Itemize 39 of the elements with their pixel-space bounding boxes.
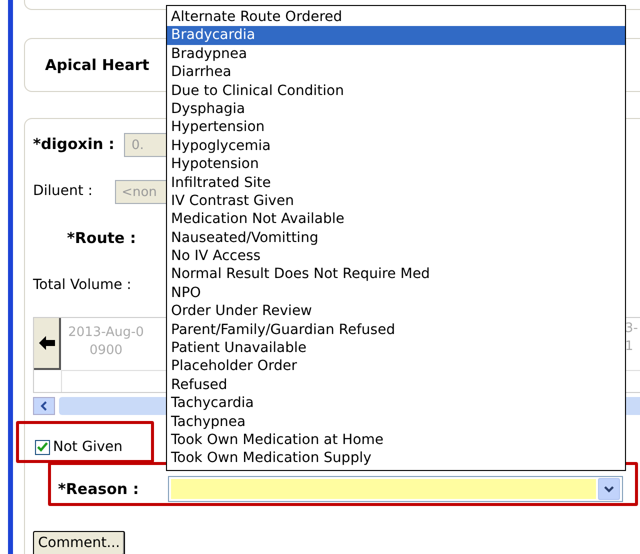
dropdown-option[interactable]: Parent/Family/Guardian Refused — [167, 320, 625, 340]
dropdown-option[interactable]: Diarrhea — [167, 63, 625, 82]
chevron-left-icon — [40, 401, 48, 411]
field-label: *digoxin : — [33, 134, 114, 156]
dropdown-option[interactable]: Due to Clinical Condition — [167, 82, 625, 100]
previous-button[interactable] — [34, 318, 61, 370]
dropdown-option[interactable]: Bradycardia — [167, 26, 625, 45]
card-title: Apical Heart — [45, 54, 150, 76]
left-arrow-icon — [38, 336, 54, 350]
dropdown-option[interactable]: Medication Not Available — [167, 210, 625, 229]
dropdown-option[interactable]: Took Own Medication Supply — [167, 449, 625, 468]
dropdown-option[interactable]: Bradypnea — [167, 44, 625, 64]
field-label: *Reason : — [58, 478, 140, 500]
dropdown-option[interactable]: Order Under Review — [167, 302, 625, 321]
chevron-down-icon — [604, 486, 614, 492]
field-label: *Route : — [67, 228, 136, 250]
dropdown-option[interactable]: Placeholder Order — [167, 357, 625, 376]
dropdown-option[interactable]: Refused — [167, 376, 625, 394]
dropdown-option[interactable]: Dysphagia — [167, 100, 625, 118]
dropdown-option[interactable]: NPO — [167, 284, 625, 302]
dropdown-option[interactable]: Tachycardia — [167, 394, 625, 413]
time-column-header: 2013-Aug-0 0900 — [67, 324, 145, 360]
scroll-left-button[interactable] — [33, 397, 55, 415]
dropdown-option[interactable]: Took Own Medication at Home — [167, 430, 625, 450]
checkbox[interactable] — [35, 440, 50, 454]
dropdown-option[interactable]: Alternate Route Ordered — [167, 8, 625, 26]
field-label: Total Volume : — [33, 276, 132, 295]
checkbox-label: Not Given — [53, 438, 122, 456]
reason-combo-field[interactable] — [168, 476, 623, 502]
time-column-header: 3- 1 — [625, 320, 638, 356]
dropdown-option[interactable]: Nauseated/Vomitting — [167, 228, 625, 248]
dropdown-option[interactable]: Tachypnea — [167, 412, 625, 431]
comment-button[interactable]: Comment... — [33, 531, 125, 554]
dropdown-option[interactable]: No IV Access — [167, 247, 625, 266]
dropdown-option[interactable]: Hypotension — [167, 155, 625, 174]
field-label: Diluent : — [33, 182, 93, 201]
dropdown-button[interactable] — [598, 478, 620, 500]
dropdown-option[interactable]: Normal Result Does Not Require Med — [167, 265, 625, 284]
dropdown-option[interactable]: Patient Unavailable — [167, 339, 625, 358]
